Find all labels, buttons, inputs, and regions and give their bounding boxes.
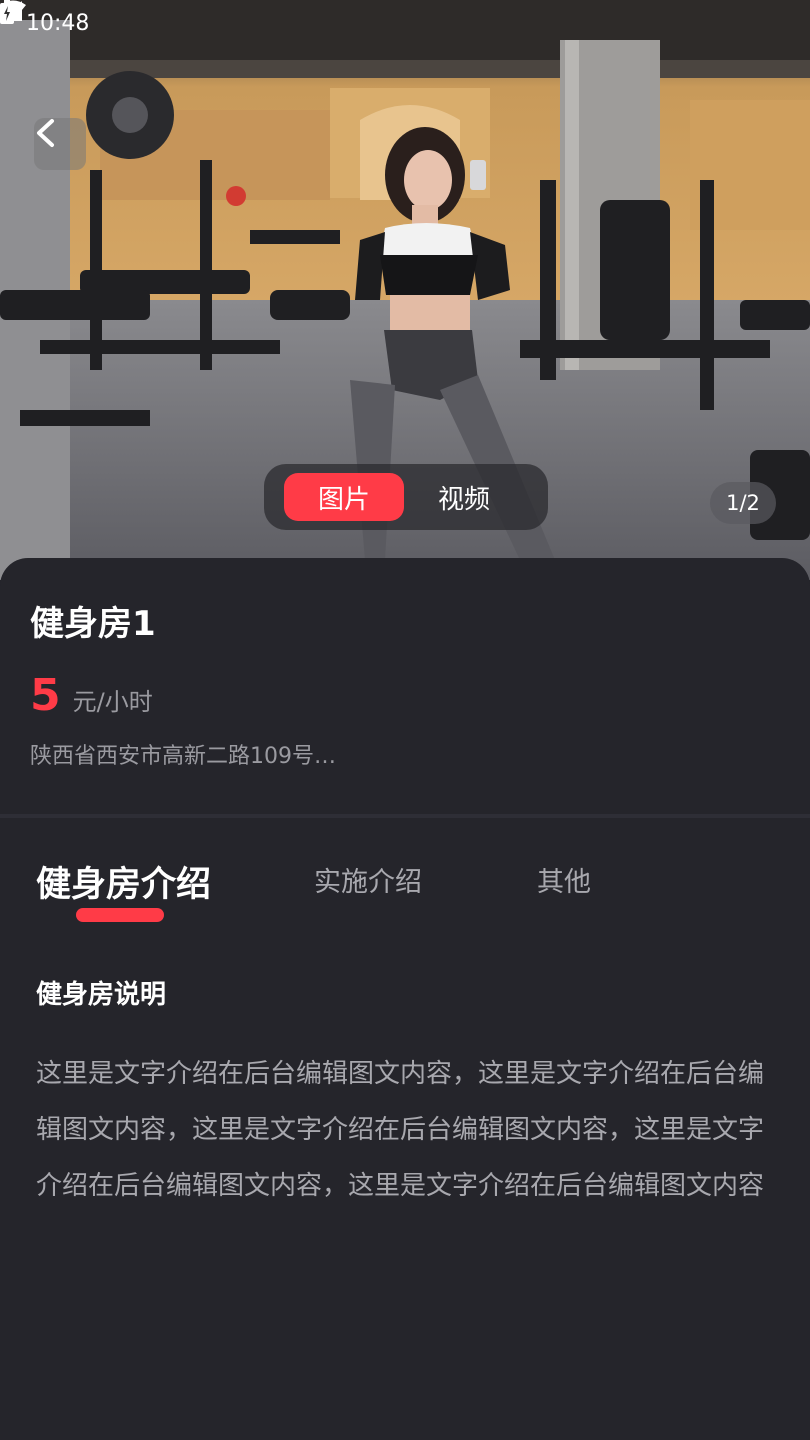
image-page-counter: 1/2 xyxy=(710,482,776,524)
price-value: 5 xyxy=(30,670,61,721)
active-tab-indicator xyxy=(76,908,164,922)
back-button[interactable] xyxy=(34,118,86,170)
description-text: 这里是文字介绍在后台编辑图文内容，这里是文字介绍在后台编辑图文内容，这里是文字介… xyxy=(36,1059,765,1201)
section-heading: 健身房说明 xyxy=(36,980,167,1010)
hero-image-carousel[interactable]: 10:48 图片 视频 1/2 xyxy=(0,0,810,580)
tab-other[interactable]: 其他 xyxy=(537,860,591,899)
media-tab-videos[interactable]: 视频 xyxy=(404,473,524,521)
venue-address[interactable]: 陕西省西安市高新二路109号… xyxy=(30,738,336,770)
detail-tabs: 健身房介绍 实施介绍 其他 xyxy=(0,860,810,940)
tab-gym-intro[interactable]: 健身房介绍 xyxy=(36,856,211,907)
section-divider xyxy=(0,814,810,818)
tab-facility-intro[interactable]: 实施介绍 xyxy=(314,860,422,899)
price-unit: 元/小时 xyxy=(72,688,153,716)
media-tab-photos[interactable]: 图片 xyxy=(284,473,404,521)
status-bar: 10:48 xyxy=(0,0,810,46)
venue-title: 健身房1 xyxy=(30,604,156,644)
media-type-switch: 图片 视频 xyxy=(264,464,548,530)
status-time: 10:48 xyxy=(26,10,90,36)
venue-info-card: 健身房1 5 元/小时 陕西省西安市高新二路109号… xyxy=(0,558,810,816)
price-row: 5 元/小时 xyxy=(30,670,153,721)
